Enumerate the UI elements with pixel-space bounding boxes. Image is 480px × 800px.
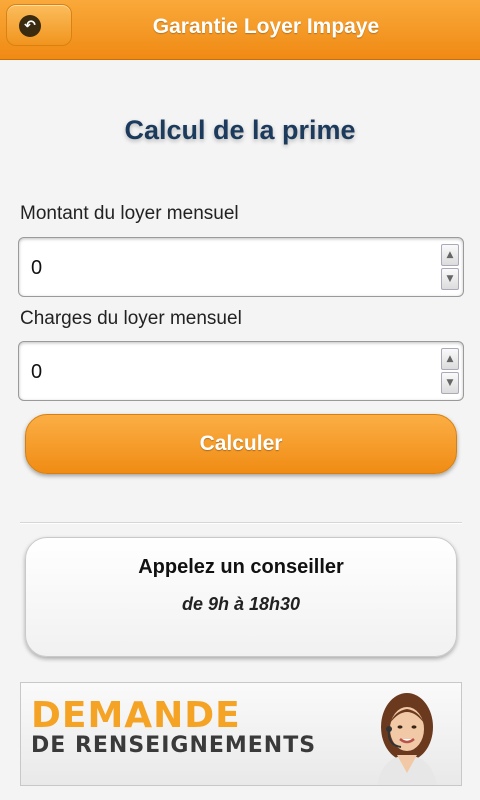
divider <box>20 522 462 524</box>
call-advisor-hours: de 9h à 18h30 <box>181 594 301 614</box>
support-agent-image <box>377 693 437 785</box>
rent-value: 0 <box>31 257 43 279</box>
spin-up-icon[interactable]: ▲ <box>441 348 459 370</box>
banner-line2: DE RENSEIGNEMENTS <box>31 733 317 758</box>
rent-label: Montant du loyer mensuel <box>20 203 239 224</box>
calculate-button[interactable]: Calculer <box>25 414 457 474</box>
back-arrow-icon: ↶ <box>19 15 41 37</box>
header-title: Garantie Loyer Impaye <box>152 15 380 38</box>
banner-line1: DEMANDE <box>31 695 241 736</box>
spin-down-icon[interactable]: ▼ <box>441 268 459 290</box>
charges-label: Charges du loyer mensuel <box>20 308 242 329</box>
call-advisor-button[interactable]: Appelez un conseiller de 9h à 18h30 <box>25 537 457 657</box>
charges-spinner: ▲ ▼ <box>441 348 459 396</box>
spin-down-icon[interactable]: ▼ <box>441 372 459 394</box>
charges-value: 0 <box>31 361 43 383</box>
charges-input[interactable]: 0 ▲ ▼ <box>18 341 464 401</box>
information-request-banner[interactable]: DEMANDE DE RENSEIGNEMENTS <box>20 682 462 786</box>
rent-input[interactable]: 0 ▲ ▼ <box>18 237 464 297</box>
spin-up-icon[interactable]: ▲ <box>441 244 459 266</box>
back-button[interactable]: ↶ <box>6 4 72 46</box>
page-title: Calcul de la prime <box>124 115 356 145</box>
call-advisor-title: Appelez un conseiller <box>138 556 344 578</box>
rent-spinner: ▲ ▼ <box>441 244 459 292</box>
app-header: ↶ Garantie Loyer Impaye <box>0 0 480 60</box>
